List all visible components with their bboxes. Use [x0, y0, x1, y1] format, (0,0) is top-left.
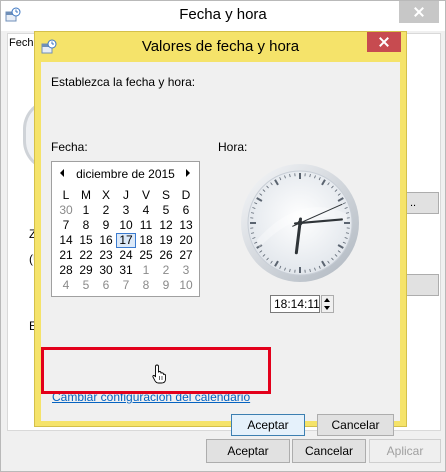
calendar-weekday-header: X	[101, 188, 110, 202]
calendar-day[interactable]: 10	[176, 278, 196, 293]
calendar-day[interactable]: 23	[96, 248, 116, 263]
calendar-day[interactable]: 1	[76, 203, 96, 218]
calendar-day[interactable]: 28	[56, 263, 76, 278]
dialog-title: Valores de fecha y hora	[141, 38, 300, 55]
calendar-grid: L M X J V S D 30 1 2 3 4 5 6 7 8 9 10 11 12 13 14 15 16 17 18 19 20…	[56, 188, 196, 293]
calendar-day[interactable]: 9	[156, 278, 176, 293]
calendar-day[interactable]: 15	[76, 233, 96, 248]
calendar-day[interactable]: 12	[156, 218, 176, 233]
instruction-text: Establezca la fecha y hora:	[51, 75, 196, 89]
calendar-day[interactable]: 16	[96, 233, 116, 248]
calendar-day[interactable]: 6	[96, 278, 116, 293]
calendar-day-selected[interactable]: 17	[116, 233, 136, 248]
calendar[interactable]: diciembre de 2015 L M X J V S D 30 1 2 3 4 5 6 7 8 9 10 11…	[51, 161, 200, 297]
calendar-day[interactable]: 8	[76, 218, 96, 233]
dialog-titlebar: Valores de fecha y hora	[35, 32, 406, 62]
cancel-button[interactable]: Cancelar	[317, 414, 394, 436]
calendar-day[interactable]: 31	[116, 263, 136, 278]
calendar-day[interactable]: 3	[176, 263, 196, 278]
calendar-weekday-header: D	[181, 188, 191, 202]
calendar-day[interactable]: 4	[136, 203, 156, 218]
calendar-day[interactable]: 10	[116, 218, 136, 233]
calendar-month-label[interactable]: diciembre de 2015	[52, 167, 199, 181]
calendar-day[interactable]: 13	[176, 218, 196, 233]
calendar-day[interactable]: 22	[76, 248, 96, 263]
analog-clock	[241, 164, 359, 282]
calendar-day[interactable]: 3	[116, 203, 136, 218]
calendar-header: diciembre de 2015	[52, 162, 199, 184]
background-accept-button[interactable]: Aceptar	[206, 439, 290, 463]
accept-button[interactable]: Aceptar	[231, 414, 305, 436]
calendar-day[interactable]: 8	[136, 278, 156, 293]
calendar-day[interactable]: 4	[56, 278, 76, 293]
spinner-up-icon[interactable]	[322, 296, 333, 304]
calendar-weekday-header: L	[62, 188, 70, 202]
calendar-day[interactable]: 11	[136, 218, 156, 233]
calendar-day[interactable]: 2	[96, 203, 116, 218]
calendar-day[interactable]: 20	[176, 233, 196, 248]
calendar-day[interactable]: 7	[56, 218, 76, 233]
time-input[interactable]: 18:14:11	[270, 295, 320, 313]
calendar-day[interactable]: 30	[96, 263, 116, 278]
calendar-day[interactable]: 6	[176, 203, 196, 218]
calendar-weekday-header: V	[141, 188, 150, 202]
background-tab-label[interactable]: Fech	[9, 37, 33, 49]
date-label: Fecha:	[51, 140, 88, 154]
time-spinner	[321, 295, 334, 313]
calendar-day[interactable]: 25	[136, 248, 156, 263]
background-change-zone-button[interactable]	[405, 274, 439, 296]
calendar-day[interactable]: 1	[136, 263, 156, 278]
time-label: Hora:	[218, 140, 248, 154]
calendar-day[interactable]: 19	[156, 233, 176, 248]
calendar-day[interactable]: 27	[176, 248, 196, 263]
calendar-weekday-header: M	[81, 188, 91, 202]
calendar-day[interactable]: 24	[116, 248, 136, 263]
background-apply-button[interactable]: Aplicar	[369, 439, 441, 463]
calendar-weekday-header: J	[123, 188, 129, 202]
hand-cursor-icon	[152, 364, 166, 384]
calendar-weekday-header: S	[161, 188, 170, 202]
spinner-down-icon[interactable]	[322, 304, 333, 312]
calendar-day[interactable]: 21	[56, 248, 76, 263]
background-titlebar: Fecha y hora	[1, 1, 445, 31]
calendar-next-month-icon[interactable]	[183, 167, 193, 179]
calendar-day[interactable]: 26	[156, 248, 176, 263]
calendar-day[interactable]: 14	[56, 233, 76, 248]
calendar-day[interactable]: 18	[136, 233, 156, 248]
calendar-day[interactable]: 5	[76, 278, 96, 293]
dialog-close-button[interactable]	[367, 32, 401, 52]
background-close-button[interactable]	[399, 1, 439, 23]
background-cancel-button[interactable]: Cancelar	[292, 439, 366, 463]
calendar-day[interactable]: 29	[76, 263, 96, 278]
calendar-day[interactable]: 5	[156, 203, 176, 218]
calendar-day[interactable]: 30	[56, 203, 76, 218]
calendar-day[interactable]: 9	[96, 218, 116, 233]
calendar-day[interactable]: 7	[116, 278, 136, 293]
background-window-title: Fecha y hora	[179, 6, 267, 23]
background-change-date-button[interactable]: ..	[405, 192, 439, 214]
calendar-day[interactable]: 2	[156, 263, 176, 278]
clock-center	[297, 220, 303, 226]
